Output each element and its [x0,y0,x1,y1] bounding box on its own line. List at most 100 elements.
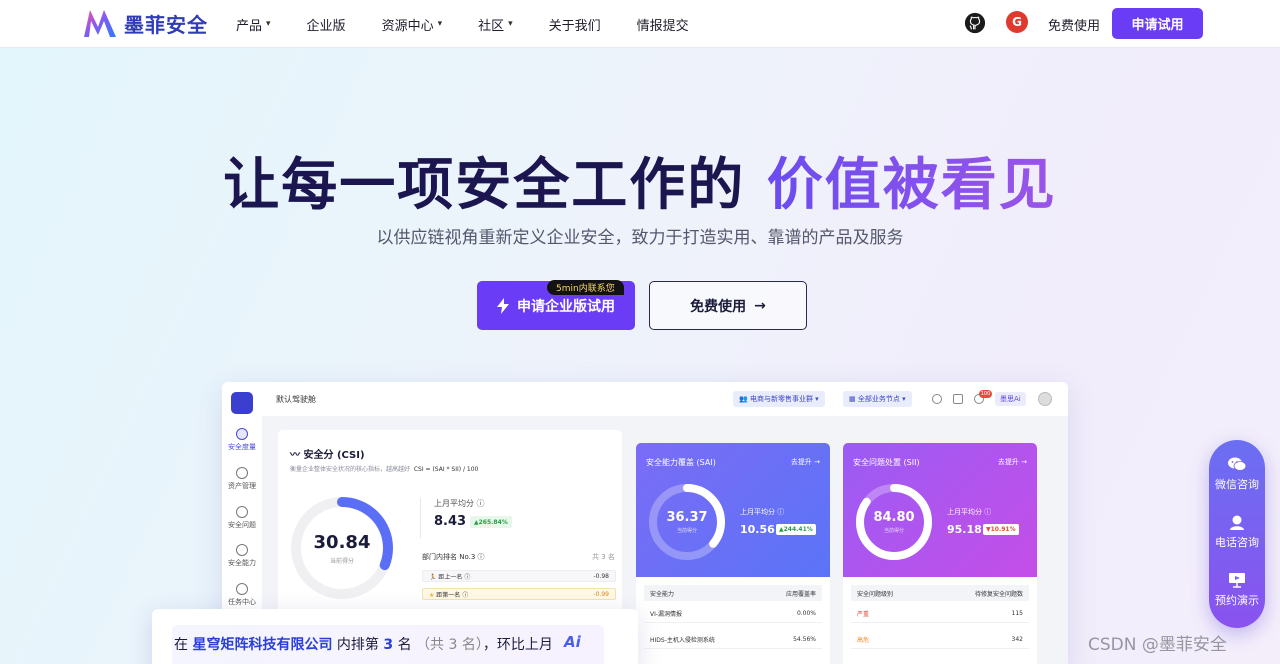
table-cell-label: HIDS-主机入侵检测系统 [650,637,715,644]
department-rank-text: 部门内排名 No.3 [422,553,476,561]
table-row: 严重 115 [851,605,1029,623]
chevron-down-icon: ▾ [812,395,819,403]
sidebar-item-issues[interactable]: 安全问题 [222,506,262,530]
cube-icon [236,467,248,479]
sii-avg-label: 上月平均分 ⓘ [947,508,992,516]
table-cell-label: 高危 [857,637,870,644]
hero-title: 让每一项安全工作的 价值被看见 [0,140,1280,221]
rank-row-value: -0.98 [593,572,609,580]
lightning-icon [497,297,509,314]
sii-title: 安全问题处置 (SII) [853,458,920,467]
rank-row-value: -0.99 [593,590,609,598]
gitee-icon[interactable]: G [1006,11,1028,33]
rank-unit: 名 [397,637,412,653]
sidebar-item-label: 任务中心 [228,598,256,606]
rank-row-label: ★ 距第一名 ⓘ [429,591,469,599]
sii-avg-value: 95.18 [947,523,982,536]
brand-logo[interactable]: 墨菲安全 [82,7,208,39]
business-node-label: 全部业务节点 [857,395,900,403]
ai-assistant-chip[interactable]: 墨思Ai [995,392,1026,406]
sidebar-item-label: 安全度量 [228,443,256,451]
nav-item-community[interactable]: 社区 ▾ [478,15,513,34]
avatar[interactable] [1038,392,1052,406]
book-demo-label: 预约演示 [1215,594,1259,607]
sii-score-value: 84.80 [873,510,915,525]
free-use-button[interactable]: 免费使用 → [649,281,807,330]
sai-card: 安全能力覆盖 (SAI) 去提升 → 36.37 当前得分 上月平均分 ⓘ 10… [636,443,830,664]
nav-item-intel-submit[interactable]: 情报提交 [637,15,689,34]
wechat-consult-button[interactable]: 微信咨询 [1209,456,1265,492]
free-use-label: 免费使用 [690,298,747,315]
table-row: HIDS-主机入侵检测系统 54.56% [644,631,822,649]
settings-icon[interactable] [932,394,942,404]
sii-col-pending: 待修复安全问题数 [974,590,1023,598]
sidebar-item-tasks[interactable]: 任务中心 [222,583,262,607]
csi-avg-label-text: 上月平均分 [434,499,474,508]
rank-company: 星穹矩阵科技有限公司 [192,637,333,653]
table-cell-value: 0.00% [796,610,816,617]
sai-score-value: 36.37 [666,510,708,525]
table-cell-label: 严重 [857,611,870,618]
sai-title: 安全能力覆盖 (SAI) [646,458,716,467]
phone-consult-button[interactable]: 电话咨询 [1209,514,1265,550]
chevron-down-icon: ▾ [508,19,513,29]
csi-desc-text: 衡量企业整体安全状况的核心指标，越高越好 [290,466,411,473]
nav-item-label: 社区 [478,18,505,34]
csi-change-badge: ▲ 265.84% [470,516,512,528]
checkbox-icon [236,583,248,595]
table-row: 高危 342 [851,631,1029,649]
gauge-icon [236,428,248,440]
document-icon[interactable] [953,394,963,404]
sii-improve-link[interactable]: 去提升 → [998,457,1027,467]
info-icon: ⓘ [476,499,485,508]
apply-trial-button[interactable]: 申请试用 [1112,8,1203,39]
csi-score-value: 30.84 [313,532,371,553]
grid-icon: ▦ [849,395,858,403]
nav-item-products[interactable]: 产品 ▾ [236,15,271,34]
nav-item-resources[interactable]: 资源中心 ▾ [382,15,443,34]
divider [420,498,421,538]
chevron-down-icon: ▾ [266,19,271,29]
nav-item-label: 关于我们 [548,18,601,34]
sai-col-coverage: 应用覆盖率 [785,590,816,598]
sai-change-badge: ▲ 244.41% [776,524,816,535]
sai-table: 安全能力 应用覆盖率 VI-漏洞情报 0.00% HIDS-主机入侵检测系统 54.5… [636,577,830,664]
sidebar-item-metrics[interactable]: 安全度量 [222,428,262,452]
rank-prefix: 在 [174,637,188,653]
nav-free-use-link[interactable]: 免费使用 [1048,15,1100,34]
csi-avg-value: 8.43 [434,514,467,529]
runner-icon: 🏃 [429,573,439,581]
business-node-select[interactable]: ▦ 全部业务节点 ▾ [843,391,912,407]
sai-improve-link[interactable]: 去提升 → [791,457,820,467]
sai-table-header: 安全能力 应用覆盖率 [644,585,822,601]
table-cell-value: 54.56% [793,636,816,643]
business-group-label: 电商与新零售事业群 [749,395,813,403]
csi-title-text: 安全分 (CSI) [303,450,365,461]
csi-description: 衡量企业整体安全状况的核心指标，越高越好 CSI = (SAI * SII) /… [290,464,478,473]
notification-count-badge: 100 [979,390,992,398]
github-icon[interactable] [964,12,986,34]
sii-change-value: 10.91% [990,526,1016,533]
nav-item-enterprise[interactable]: 企业版 [307,15,346,34]
csi-formula: CSI = (SAI * SII) / 100 [413,466,479,473]
book-demo-button[interactable]: 预约演示 [1209,572,1265,608]
chevron-down-icon: ▾ [899,395,906,403]
wechat-consult-label: 微信咨询 [1215,478,1259,491]
presentation-icon [1229,573,1245,588]
sidebar-item-assets[interactable]: 资产管理 [222,467,262,491]
rank-suffix: ，环比上月 [482,637,553,653]
nav-item-label: 企业版 [306,18,346,34]
phone-consult-label: 电话咨询 [1215,536,1259,549]
rank-position: 3 [383,637,394,653]
sidebar-item-capabilities[interactable]: 安全能力 [222,544,262,568]
logo-mark-icon [84,10,116,37]
gitee-icon-letter: G [1012,15,1022,29]
csi-change-value: 265.84% [478,518,508,526]
ai-logo-icon: Ai [564,633,581,651]
watermark: CSDN @墨菲安全 [1088,635,1227,655]
business-group-select[interactable]: 👥 电商与新零售事业群 ▾ [733,391,825,407]
nav-item-about[interactable]: 关于我们 [549,15,601,34]
sii-card-header: 安全问题处置 (SII) 去提升 → 84.80 当前得分 上月平均分 ⓘ 95… [843,443,1037,577]
rank-row-label: 🏃 距上一名 ⓘ [429,573,471,581]
csi-score-label: 当前得分 [329,558,354,565]
